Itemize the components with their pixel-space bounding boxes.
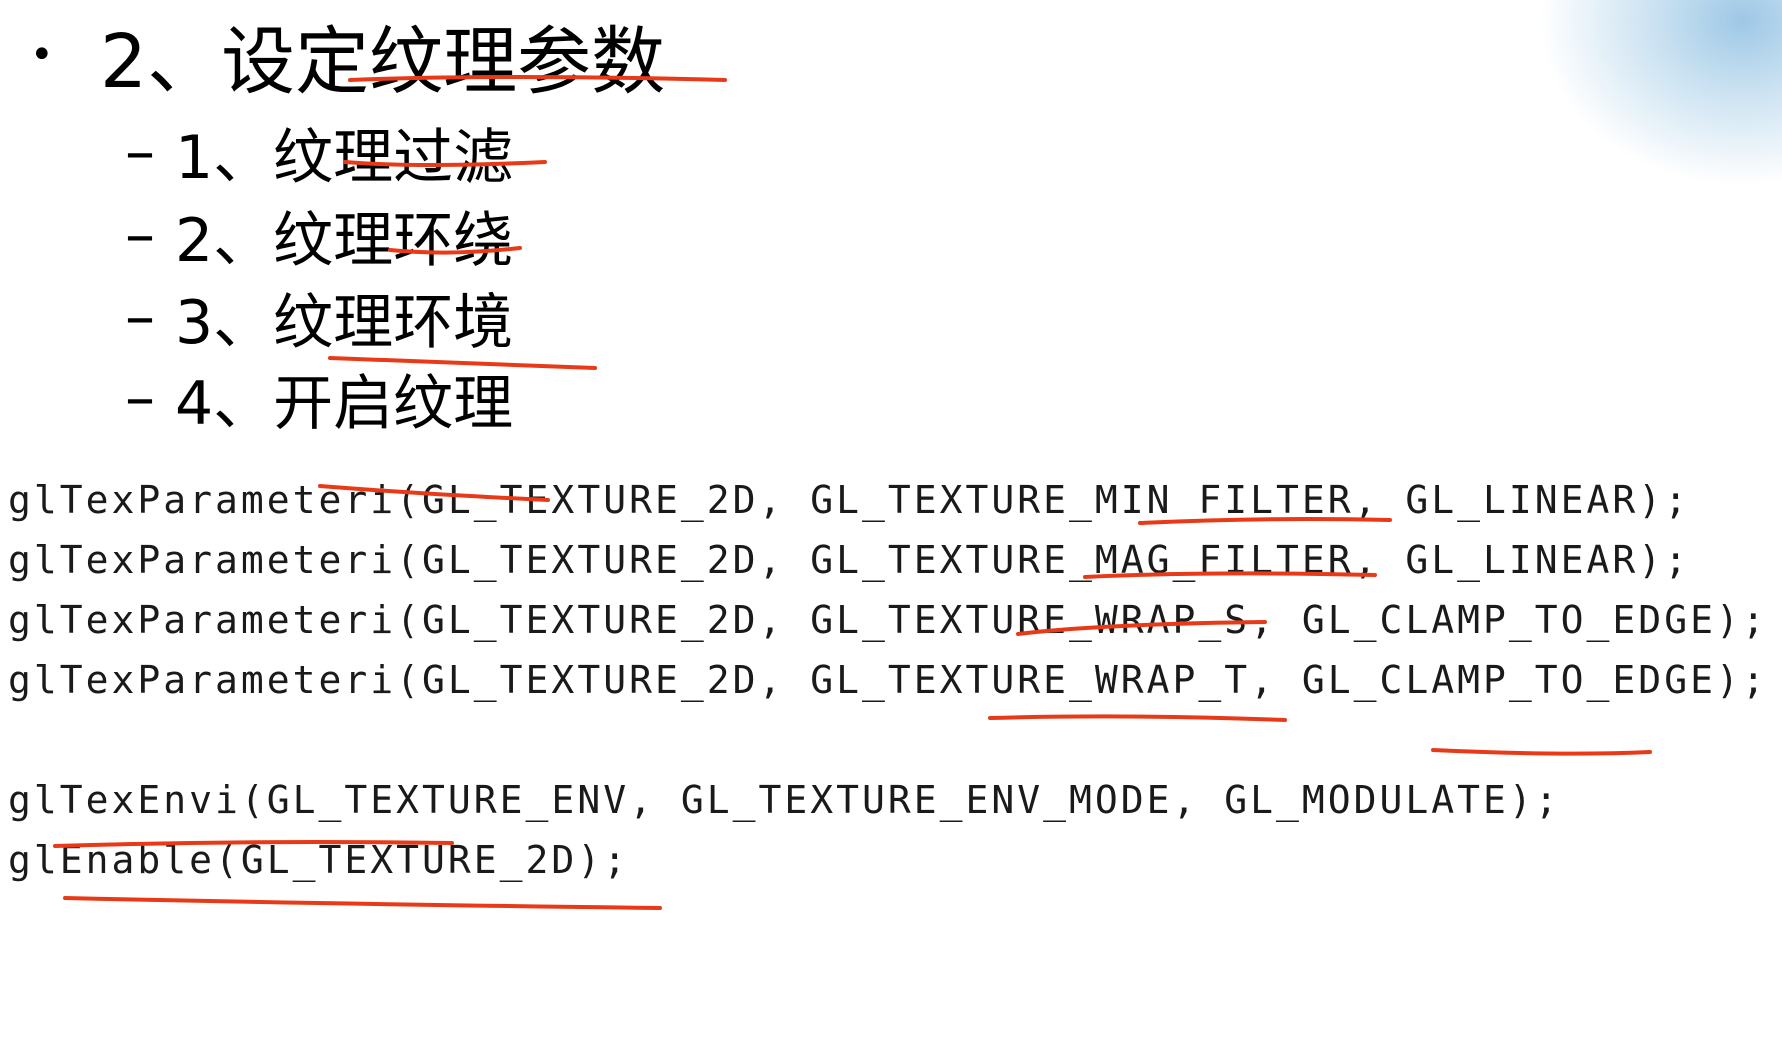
code-line-enable: glEnable(GL_TEXTURE_2D); — [8, 838, 630, 882]
underline-clamp-edge — [1431, 748, 1652, 756]
outline-item-label: 2、纹理环绕 — [175, 205, 514, 276]
heading-text: 2、设定纹理参数 — [100, 18, 666, 105]
underline-enable — [63, 896, 662, 910]
code-line-wrap-t: glTexParameteri(GL_TEXTURE_2D, GL_TEXTUR… — [8, 658, 1768, 702]
outline-heading: • 2、设定纹理参数 — [30, 10, 665, 105]
outline-item-enable: – 4、开启纹理 — [125, 358, 513, 439]
code-line-wrap-s: glTexParameteri(GL_TEXTURE_2D, GL_TEXTUR… — [8, 598, 1768, 642]
outline-item-wrap: – 2、纹理环绕 — [125, 195, 513, 276]
outline-item-label: 1、纹理过滤 — [175, 122, 514, 193]
code-line-min-filter: glTexParameteri(GL_TEXTURE_2D, GL_TEXTUR… — [8, 478, 1691, 522]
outline-item-filter: – 1、纹理过滤 — [125, 112, 513, 193]
dash-icon: – — [125, 200, 155, 270]
outline-item-env: – 3、纹理环境 — [125, 277, 513, 358]
dash-icon: – — [125, 363, 155, 433]
corner-decoration — [1522, 0, 1782, 200]
outline-item-label: 3、纹理环境 — [175, 287, 514, 358]
code-line-mag-filter: glTexParameteri(GL_TEXTURE_2D, GL_TEXTUR… — [8, 538, 1691, 582]
outline-item-label: 4、开启纹理 — [175, 368, 514, 439]
underline-wrap-t — [988, 714, 1287, 722]
dash-icon: – — [125, 117, 155, 187]
bullet-icon: • — [30, 32, 54, 78]
code-line-tex-env: glTexEnvi(GL_TEXTURE_ENV, GL_TEXTURE_ENV… — [8, 778, 1561, 822]
dash-icon: – — [125, 282, 155, 352]
